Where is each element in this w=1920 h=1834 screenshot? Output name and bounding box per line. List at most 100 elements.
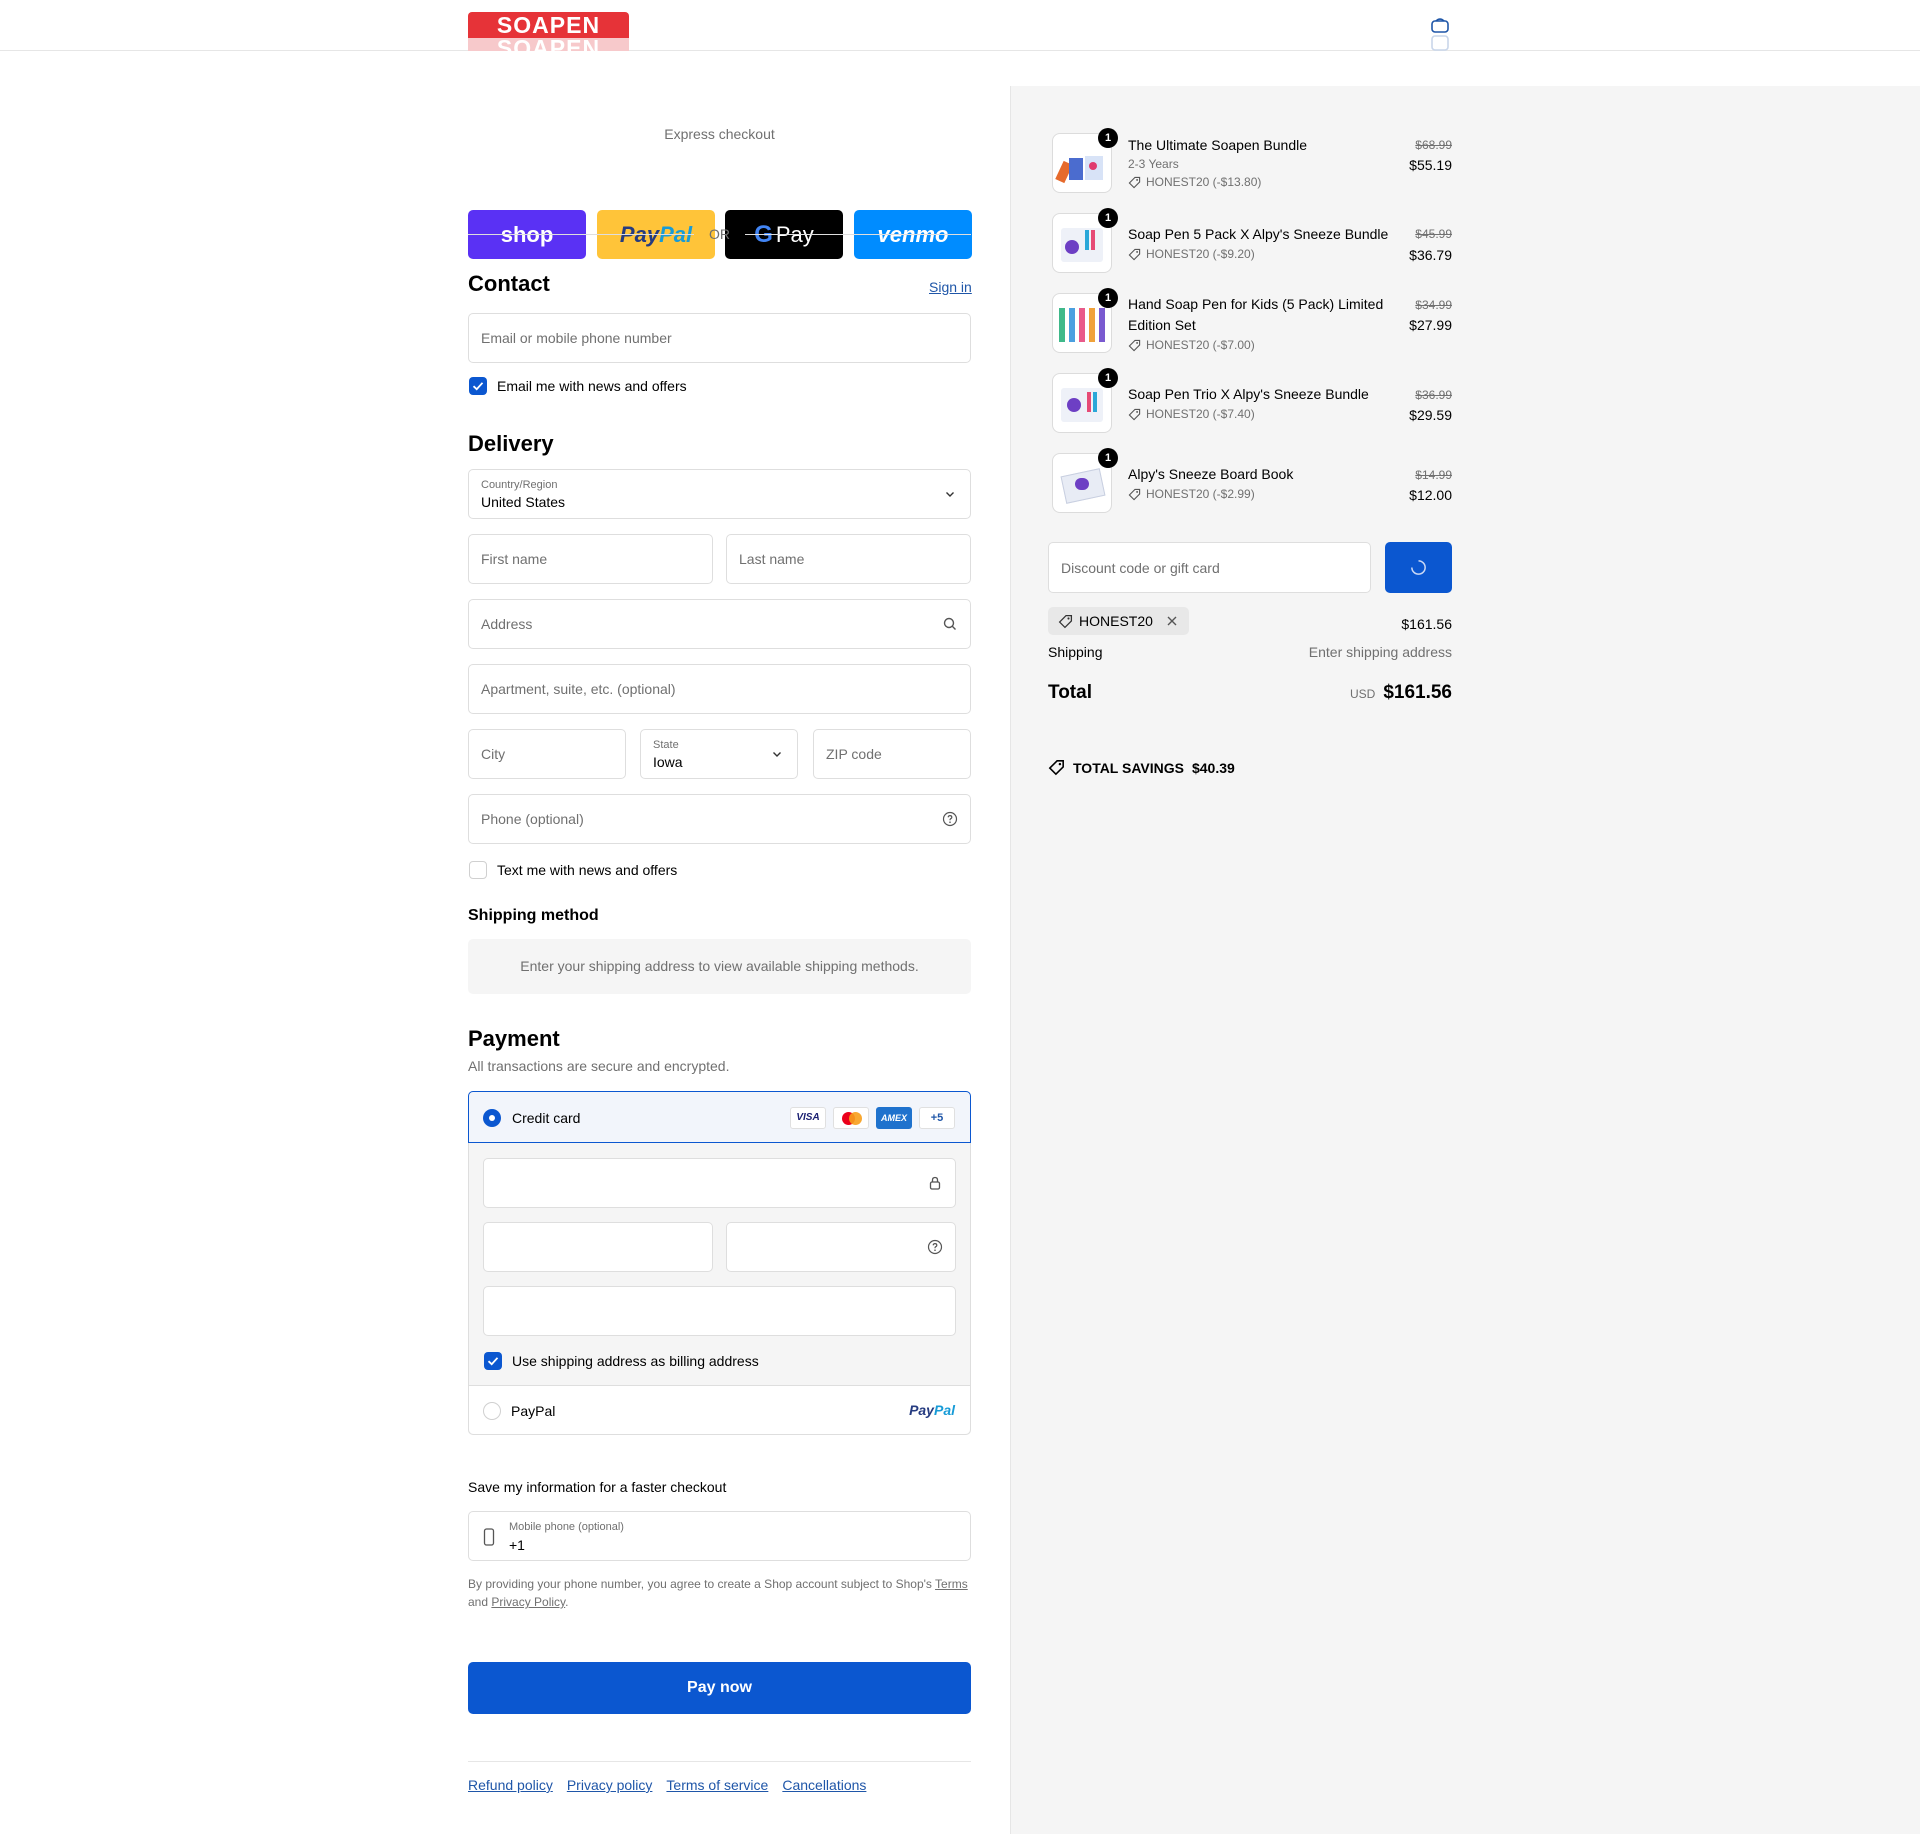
total-savings: TOTAL SAVINGS $40.39 bbox=[1048, 759, 1235, 776]
mobile-phone-icon bbox=[483, 1528, 495, 1546]
address-field[interactable]: Address bbox=[468, 599, 971, 649]
refund-policy-link[interactable]: Refund policy bbox=[468, 1777, 553, 1793]
terms-link[interactable]: Terms bbox=[935, 1577, 968, 1591]
card-number-field[interactable] bbox=[483, 1158, 956, 1208]
visa-icon: VISA bbox=[790, 1107, 826, 1129]
sign-in-link[interactable]: Sign in bbox=[929, 279, 972, 295]
privacy-link[interactable]: Privacy Policy bbox=[491, 1595, 565, 1609]
cancellations-link[interactable]: Cancellations bbox=[782, 1777, 866, 1793]
shipping-methods-note: Enter your shipping address to view avai… bbox=[520, 958, 919, 974]
contact-heading: Contact bbox=[468, 271, 550, 296]
item-name: Alpy's Sneeze Board Book bbox=[1128, 466, 1294, 482]
first-name-placeholder: First name bbox=[481, 551, 548, 567]
item-name: Hand Soap Pen for Kids (5 Pack) Limited … bbox=[1128, 296, 1384, 333]
privacy-policy-link[interactable]: Privacy policy bbox=[567, 1777, 653, 1793]
total-savings-label: TOTAL SAVINGS bbox=[1073, 759, 1184, 776]
check-icon bbox=[487, 1357, 499, 1366]
apartment-placeholder: Apartment, suite, etc. (optional) bbox=[481, 681, 676, 697]
text-news-checkbox[interactable] bbox=[469, 861, 487, 879]
shipping-label: Shipping bbox=[1048, 644, 1103, 660]
quantity-badge: 1 bbox=[1098, 128, 1118, 148]
loading-spinner-icon bbox=[1411, 560, 1426, 575]
quantity-badge: 1 bbox=[1098, 208, 1118, 228]
credit-card-label: Credit card bbox=[512, 1110, 581, 1126]
tag-icon bbox=[1128, 339, 1141, 351]
shopping-bag-icon[interactable] bbox=[1429, 17, 1451, 53]
logo-text: SOAPEN bbox=[468, 12, 629, 38]
help-circle-icon[interactable] bbox=[927, 1239, 943, 1255]
item-discount: HONEST20 (-$2.99) bbox=[1128, 487, 1255, 501]
email-field[interactable]: Email or mobile phone number bbox=[468, 313, 971, 363]
legal-text: By providing your phone number, you agre… bbox=[468, 1577, 932, 1591]
item-discount: HONEST20 (-$7.00) bbox=[1128, 338, 1255, 352]
delivery-heading: Delivery bbox=[468, 431, 554, 456]
card-expiry-field[interactable] bbox=[483, 1222, 713, 1272]
state-select[interactable]: State Iowa bbox=[640, 729, 798, 779]
tag-icon bbox=[1058, 614, 1073, 628]
credit-card-radio[interactable] bbox=[483, 1109, 501, 1127]
country-select[interactable]: Country/Region United States bbox=[468, 469, 971, 519]
item-price: $12.00 bbox=[1409, 487, 1452, 503]
item-original-price: $45.99 bbox=[1415, 227, 1452, 241]
tag-icon bbox=[1128, 408, 1141, 420]
credit-card-option[interactable]: Credit card VISA AMEX +5 bbox=[468, 1091, 971, 1143]
total-amount: USD $161.56 bbox=[1350, 682, 1452, 704]
header: SOAPEN SOAPEN bbox=[0, 0, 1920, 64]
quantity-badge: 1 bbox=[1098, 448, 1118, 468]
currency-code: USD bbox=[1349, 687, 1376, 701]
city-field[interactable]: City bbox=[468, 729, 626, 779]
email-news-checkbox[interactable] bbox=[469, 377, 487, 395]
first-name-field[interactable]: First name bbox=[468, 534, 713, 584]
apply-discount-button[interactable] bbox=[1385, 542, 1452, 593]
legal-and: and bbox=[468, 1595, 489, 1609]
paypal-option[interactable]: PayPal PayPal bbox=[469, 1385, 970, 1434]
item-discount: HONEST20 (-$13.80) bbox=[1128, 175, 1261, 189]
chevron-down-icon bbox=[773, 752, 781, 757]
paypal-option-label: PayPal bbox=[511, 1403, 556, 1419]
discount-code-field[interactable]: Discount code or gift card bbox=[1048, 542, 1371, 593]
text-news-label: Text me with news and offers bbox=[497, 862, 678, 878]
total-savings-value: $40.39 bbox=[1191, 759, 1235, 776]
mastercard-icon bbox=[833, 1107, 869, 1129]
item-original-price: $36.99 bbox=[1415, 388, 1452, 402]
item-discount-text: HONEST20 (-$7.40) bbox=[1146, 407, 1255, 421]
name-on-card-field[interactable] bbox=[483, 1286, 956, 1336]
tag-icon bbox=[1128, 248, 1141, 260]
quantity-badge: 1 bbox=[1098, 368, 1118, 388]
search-icon bbox=[943, 617, 956, 630]
apartment-field[interactable]: Apartment, suite, etc. (optional) bbox=[468, 664, 971, 714]
applied-code-chip: HONEST20 bbox=[1048, 607, 1189, 635]
or-label: OR bbox=[709, 226, 730, 242]
close-icon[interactable] bbox=[1165, 614, 1179, 628]
zip-field[interactable]: ZIP code bbox=[813, 729, 971, 779]
item-discount-text: HONEST20 (-$2.99) bbox=[1146, 487, 1255, 501]
item-price: $55.19 bbox=[1409, 157, 1452, 173]
item-discount-text: HONEST20 (-$7.00) bbox=[1146, 338, 1255, 352]
item-original-price: $14.99 bbox=[1415, 468, 1452, 482]
mobile-phone-value: +1 bbox=[509, 1537, 525, 1553]
item-original-price: $68.99 bbox=[1415, 138, 1452, 152]
item-discount: HONEST20 (-$9.20) bbox=[1128, 247, 1255, 261]
card-security-code-field[interactable] bbox=[726, 1222, 956, 1272]
footer-divider bbox=[468, 1761, 971, 1762]
billing-address-checkbox[interactable] bbox=[484, 1352, 502, 1370]
tag-icon bbox=[1048, 760, 1064, 776]
lock-icon bbox=[929, 1176, 941, 1190]
payment-heading: Payment bbox=[468, 1026, 560, 1051]
pay-now-button[interactable]: Pay now bbox=[468, 1662, 971, 1714]
city-placeholder: City bbox=[481, 746, 506, 762]
paypal-radio[interactable] bbox=[483, 1402, 501, 1420]
state-label: State bbox=[653, 739, 679, 751]
country-value: United States bbox=[481, 494, 566, 510]
radio-dot bbox=[489, 1115, 495, 1121]
help-circle-icon[interactable] bbox=[942, 811, 958, 827]
mobile-phone-field[interactable]: Mobile phone (optional) +1 bbox=[468, 1511, 971, 1561]
item-price: $27.99 bbox=[1409, 317, 1452, 333]
item-price: $29.59 bbox=[1409, 407, 1452, 423]
item-variant: 2-3 Years bbox=[1128, 157, 1179, 171]
email-news-label: Email me with news and offers bbox=[497, 378, 687, 394]
terms-of-service-link[interactable]: Terms of service bbox=[666, 1777, 768, 1793]
last-name-field[interactable]: Last name bbox=[726, 534, 971, 584]
more-cards-badge: +5 bbox=[919, 1107, 955, 1129]
phone-field[interactable]: Phone (optional) bbox=[468, 794, 971, 844]
